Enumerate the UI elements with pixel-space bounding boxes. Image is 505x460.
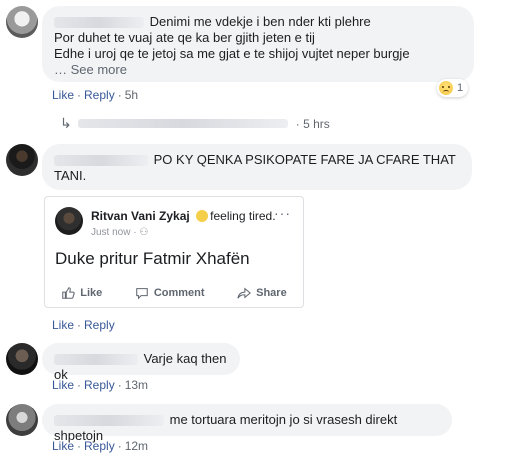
redacted-name: [54, 155, 148, 167]
reply-link[interactable]: Reply: [84, 88, 115, 102]
comment-bubble: Varje kaq then ok: [42, 343, 240, 382]
more-options-icon[interactable]: ···: [274, 205, 291, 221]
comment-bubble: me tortuara meritojn jo si vrasesh direk…: [42, 404, 452, 443]
like-link[interactable]: Like: [52, 378, 74, 392]
comment-actions: Like · Reply · 12m: [52, 439, 149, 453]
shared-post-avatar[interactable]: [55, 207, 83, 235]
share-icon: [237, 287, 252, 299]
comment-actions: Like · Reply · 5h: [52, 88, 139, 102]
commenter-avatar[interactable]: [6, 343, 38, 375]
comment-actions: Like · Reply · 13m: [52, 378, 149, 392]
shared-like-button[interactable]: Like: [61, 286, 102, 300]
reply-link[interactable]: Reply: [84, 378, 115, 392]
comment-actions: Like · Reply: [52, 318, 115, 332]
friends-audience-icon: ⚇: [139, 227, 149, 238]
sad-reaction-icon: [439, 81, 453, 95]
shared-post-header: Ritvan Vani Zykaj feeling tired. Just no…: [55, 207, 276, 238]
shared-post-card[interactable]: Ritvan Vani Zykaj feeling tired. Just no…: [44, 196, 304, 308]
shared-post-feeling: feeling tired.: [210, 209, 276, 223]
redacted-name: [54, 17, 144, 29]
reaction-count: 1: [457, 82, 464, 94]
comment-line: TANI.: [54, 168, 87, 183]
comment-line: Denimi me vdekje i ben nder kti plehre: [54, 14, 462, 30]
comment-time: 12m: [124, 439, 149, 453]
commenter-avatar[interactable]: [6, 144, 38, 176]
shared-comment-button[interactable]: Comment: [135, 286, 205, 300]
comment-line: Edhe i uroj qe te jetoj sa me gjat e te …: [54, 46, 410, 61]
thumbs-up-icon: [62, 287, 75, 299]
comment-time: 5h: [124, 88, 139, 102]
shared-share-button[interactable]: Share: [237, 286, 287, 300]
shared-post-actions: Like Comment Share: [45, 279, 303, 307]
comment-line: PO KY QENKA PSIKOPATE FARE JA CFARE THAT: [54, 152, 460, 168]
comment-line: Por duhet te vuaj ate qe ka ber gjith je…: [54, 30, 315, 45]
shared-post-meta: Just now · ⚇: [91, 227, 149, 238]
commenter-avatar[interactable]: [6, 404, 38, 436]
shared-post-author[interactable]: Ritvan Vani Zykaj: [91, 209, 190, 223]
reply-arrow-icon: ↳: [60, 115, 72, 131]
like-link[interactable]: Like: [52, 88, 74, 102]
shared-post-text: Duke pritur Fatmir Xhafën: [55, 249, 250, 268]
comment-time: 13m: [124, 378, 149, 392]
reply-link[interactable]: Reply: [84, 318, 115, 332]
like-link[interactable]: Like: [52, 439, 74, 453]
comment-icon: [136, 288, 148, 300]
redacted-replier: [77, 119, 288, 128]
like-link[interactable]: Like: [52, 318, 74, 332]
tired-feeling-icon: [196, 210, 209, 222]
commenter-avatar[interactable]: [6, 6, 38, 38]
comment-bubble: PO KY QENKA PSIKOPATE FARE JA CFARE THAT…: [42, 144, 472, 190]
reaction-summary[interactable]: 1: [437, 79, 469, 97]
redacted-name: [54, 354, 138, 366]
redacted-name: [54, 415, 164, 427]
view-replies[interactable]: ↳ · 5 hrs: [60, 115, 330, 132]
reply-link[interactable]: Reply: [84, 439, 115, 453]
comment-bubble: Denimi me vdekje i ben nder kti plehre P…: [42, 6, 474, 82]
replies-time: · 5 hrs: [295, 116, 330, 131]
see-more-link[interactable]: … See more: [54, 62, 462, 78]
